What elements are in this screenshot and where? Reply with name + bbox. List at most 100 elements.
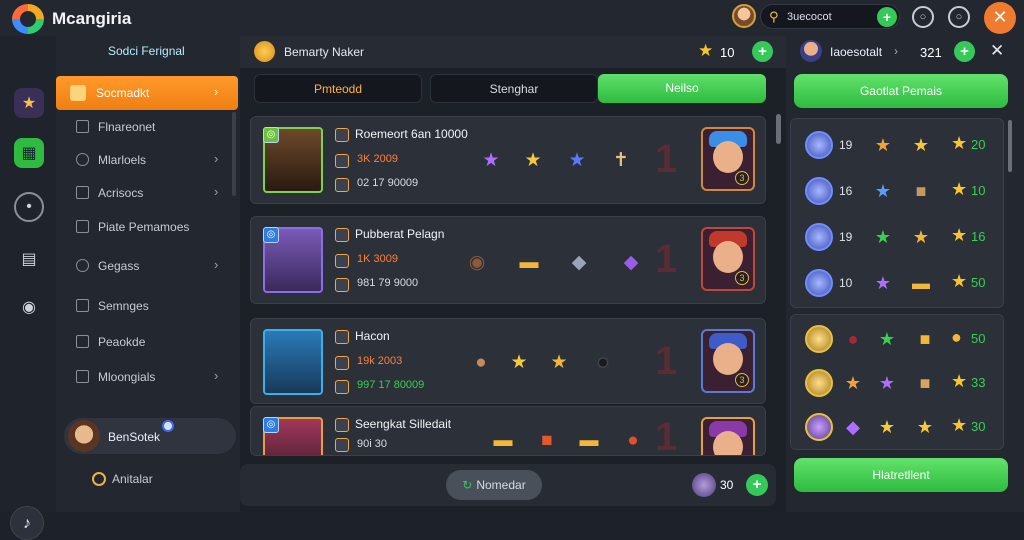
reward-score: 33	[971, 375, 986, 390]
star-icon: ★	[951, 179, 968, 199]
sidebar-item[interactable]: Acrisocs ›	[56, 178, 238, 208]
bomb-icon: ●	[597, 352, 609, 373]
right-scrollbar[interactable]	[1008, 120, 1012, 172]
name-icon	[335, 418, 349, 432]
rewards-button[interactable]: Gaotlat Pemais	[794, 74, 1008, 108]
hero-level-badge: 3	[735, 171, 749, 185]
chart-icon[interactable]: ▤	[14, 244, 44, 274]
reward-row[interactable]: ◆ ★ ★ ★ 30	[791, 407, 1003, 447]
sidebar-item[interactable]: Peaokde	[56, 327, 238, 357]
add-button[interactable]: +	[746, 474, 768, 496]
reward-row[interactable]: ★ ★ ■ ★ 33	[791, 363, 1003, 403]
star-count: 10	[720, 45, 735, 60]
sidebar-item[interactable]: Semnges	[56, 291, 238, 321]
gold-star-icon: ★	[878, 417, 896, 437]
compass-icon[interactable]: •	[14, 192, 44, 222]
tab-second[interactable]: Stenghar	[430, 74, 598, 103]
add-button[interactable]: +	[877, 7, 897, 27]
tab-first[interactable]: Pmteodd	[254, 74, 422, 103]
main-scrollbar[interactable]	[776, 114, 781, 144]
gold-bar-icon: ▬	[579, 430, 599, 451]
scroll-icon: ■	[915, 181, 927, 201]
notification-icon[interactable]: ○	[912, 6, 934, 28]
sidebar-item[interactable]: Gegass ›	[56, 251, 238, 281]
hero-avatar[interactable]: 3	[701, 227, 755, 291]
sidebar-footer-link[interactable]: Anitalar	[92, 472, 153, 486]
gold-star-icon: ★	[510, 352, 528, 373]
add-stars-button[interactable]: +	[752, 41, 773, 62]
list-item[interactable]: ◎ Roemeort 6an 10000 3K 2009 02 17 90009…	[250, 116, 766, 204]
search-icon: ⚲	[769, 9, 779, 24]
reward-row[interactable]: 16 ★ ■ ★ 10	[791, 171, 1003, 211]
star-icon: ★	[951, 415, 968, 435]
footer-action-button[interactable]: ↻ Nomedar	[446, 470, 542, 500]
game-icon[interactable]: ▦	[14, 138, 44, 168]
hero-icon[interactable]: ★	[14, 88, 44, 118]
blue-star-icon: ★	[874, 181, 892, 201]
settings-icon[interactable]: ◉	[14, 292, 44, 322]
gem-icon: ◆	[623, 252, 639, 273]
user-card[interactable]: BenSotek	[64, 418, 236, 454]
trophy-icon: ★	[912, 227, 930, 247]
sidebar-scrollbar[interactable]	[232, 112, 236, 196]
close-icon[interactable]: ✕	[990, 41, 1004, 61]
user-avatar[interactable]	[732, 4, 756, 28]
name-icon	[335, 128, 349, 142]
sidebar-footer-label: Anitalar	[112, 472, 153, 486]
tab-third-active[interactable]: Neilso	[598, 74, 766, 103]
card-stat-secondary: 02 17 90009	[357, 177, 419, 189]
sidebar-item[interactable]: Mloongials ›	[56, 362, 238, 392]
card-name: Seengkat Silledait	[355, 417, 452, 431]
chevron-right-icon: ›	[214, 151, 219, 166]
pin-icon	[76, 153, 89, 166]
reward-row[interactable]: ● ★ ■ ● 50	[791, 319, 1003, 359]
star-icon: ★	[951, 133, 968, 153]
chevron-right-icon: ›	[214, 368, 219, 383]
star-icon: ★	[951, 371, 968, 391]
sidebar-item[interactable]: Flnareonet	[56, 112, 238, 142]
list-item[interactable]: Hacon 19k 2003 997 17 80009 ● ★ ★ ● 1 3	[250, 318, 766, 404]
checkbox-icon	[76, 120, 89, 133]
star-icon: ★	[698, 41, 714, 60]
avatar	[805, 325, 833, 353]
chat-icon[interactable]: ○	[948, 6, 970, 28]
reward-row[interactable]: 19 ★ ★ ★ 16	[791, 217, 1003, 257]
avatar	[805, 223, 833, 251]
avatar	[68, 420, 100, 452]
hero-avatar[interactable]	[701, 417, 755, 455]
hero-avatar[interactable]: 3	[701, 329, 755, 393]
rank-number-icon: 1	[655, 339, 678, 383]
hero-level-badge: 3	[735, 373, 749, 387]
list-item[interactable]: ◎ Pubberat Pelagn 1K 3009 981 79 9000 ◉ …	[250, 216, 766, 304]
green-star-icon: ★	[878, 329, 896, 349]
character-portrait: ◎	[263, 127, 323, 193]
avatar	[800, 40, 822, 62]
rank-number-icon: 1	[655, 137, 678, 181]
green-star-icon: ★	[874, 227, 892, 247]
card-icon: ■	[541, 430, 553, 451]
music-icon[interactable]: ♪	[10, 506, 44, 540]
player-name: Iaoesotalt	[830, 45, 883, 59]
claim-button[interactable]: Hlatretllent	[794, 458, 1008, 492]
add-button[interactable]: +	[954, 41, 975, 62]
reward-row[interactable]: 10 ★ ▬ ★ 50	[791, 263, 1003, 303]
purple-star-icon: ★	[482, 150, 500, 171]
close-button[interactable]: ✕	[984, 2, 1016, 34]
sidebar-item[interactable]: Mlarloels ›	[56, 145, 238, 175]
card-name: Pubberat Pelagn	[355, 227, 445, 241]
reward-row[interactable]: 19 ★ ★ ★ 20	[791, 125, 1003, 165]
sidebar-item-label: Mlarloels	[98, 153, 147, 167]
sidebar-item-label: Flnareonet	[98, 120, 156, 134]
avatar	[805, 413, 833, 441]
search-field[interactable]: ⚲ 3uecocot +	[760, 4, 900, 29]
main-footer: ↻ Nomedar 30 +	[240, 464, 776, 506]
app-logo-icon	[12, 4, 44, 34]
chest-icon: ■	[919, 373, 931, 393]
list-item[interactable]: ◎ Seengkat Silledait 90i 30 ▬ ■ ▬ ● 1	[250, 406, 766, 456]
avatar	[805, 131, 833, 159]
hero-avatar[interactable]: 3	[701, 127, 755, 191]
sidebar-item[interactable]: Piate Pemamoes	[56, 212, 238, 242]
blue-star-icon: ★	[568, 150, 586, 171]
sidebar-item-active[interactable]: Socmadkt ›	[56, 76, 238, 110]
user-name: BenSotek	[108, 430, 161, 444]
